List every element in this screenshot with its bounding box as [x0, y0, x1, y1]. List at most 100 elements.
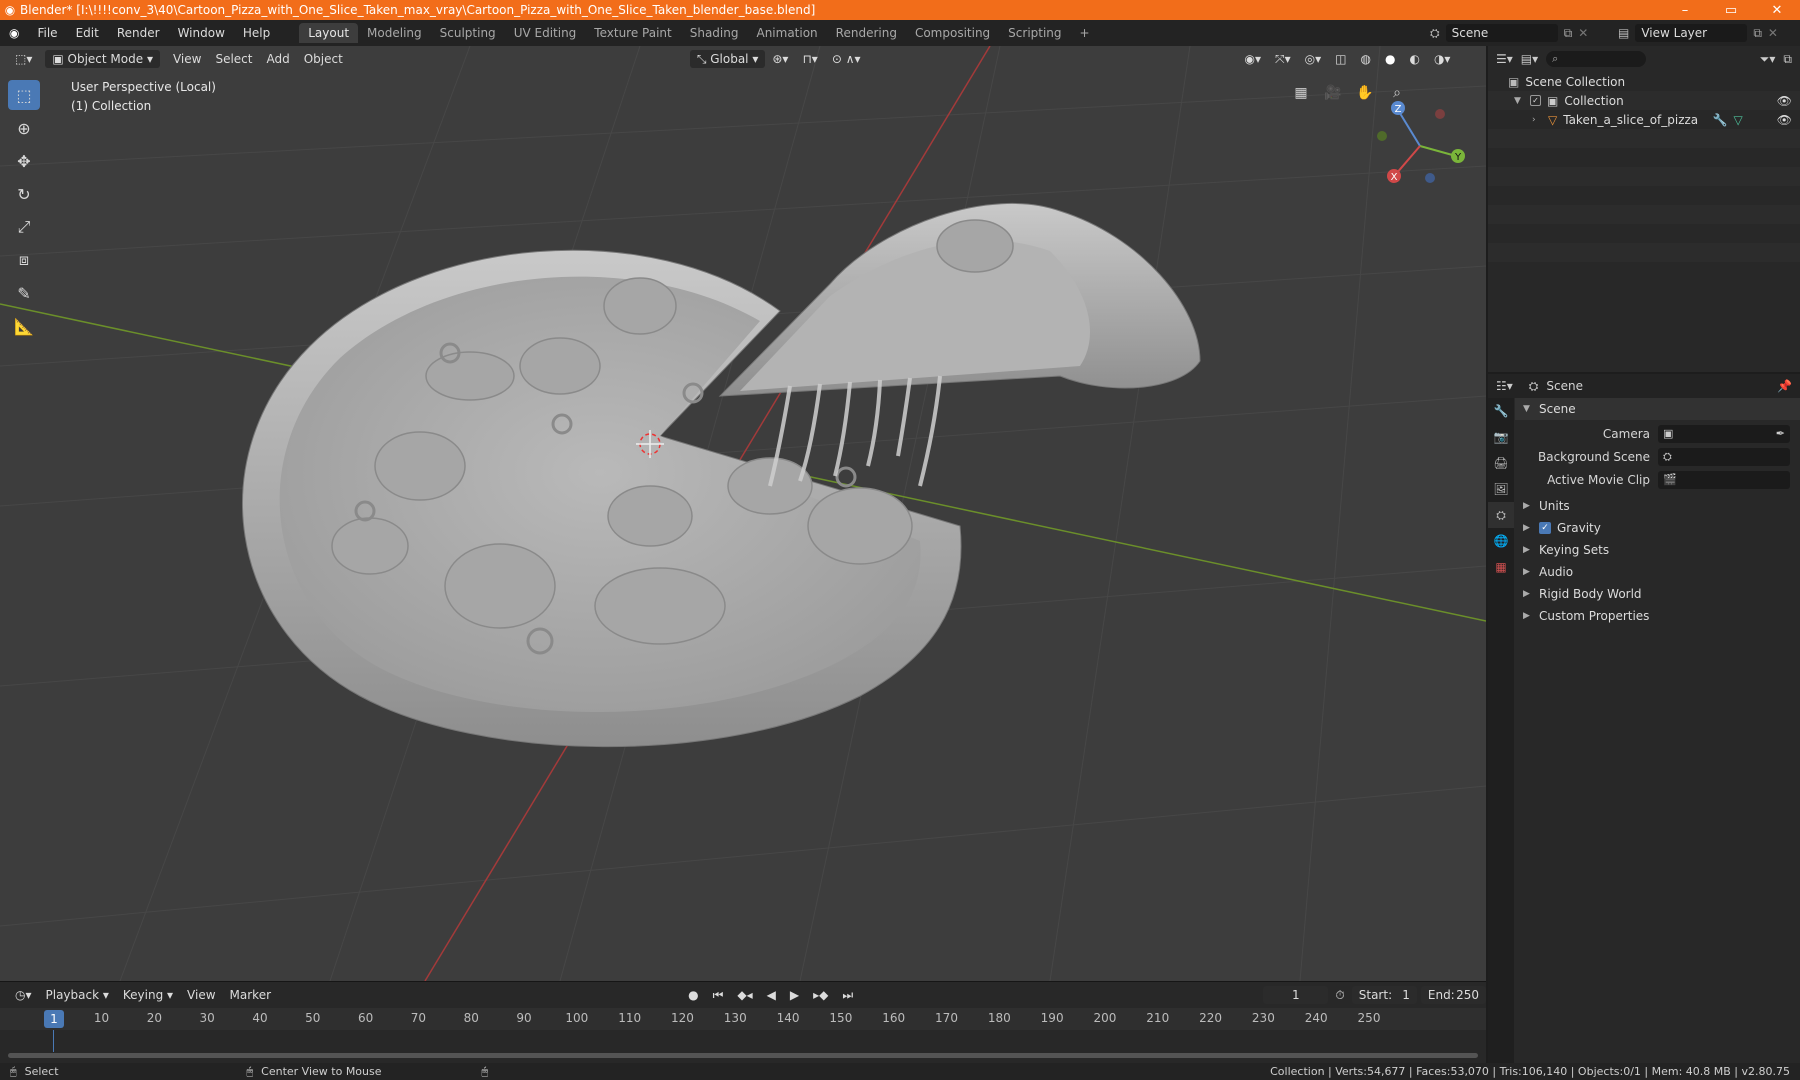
world-tab-icon[interactable]: 🌐 — [1488, 528, 1514, 554]
timeline-scrollbar[interactable] — [8, 1053, 1478, 1058]
expand-arrow-icon[interactable]: ▼ — [1514, 96, 1524, 106]
section-gravity[interactable]: ▶ ✓ Gravity — [1515, 517, 1800, 539]
gravity-checkbox[interactable]: ✓ — [1539, 522, 1551, 534]
solid-shading-icon[interactable]: ● — [1378, 50, 1402, 68]
eye-icon[interactable]: 👁 — [1777, 113, 1792, 127]
tab-modeling[interactable]: Modeling — [358, 23, 431, 43]
new-collection-icon[interactable]: ⧉ — [1783, 52, 1792, 67]
end-frame-field[interactable]: End: 250 — [1420, 986, 1486, 1004]
material-shading-icon[interactable]: ◐ — [1402, 50, 1426, 68]
menu-help[interactable]: Help — [234, 26, 279, 40]
tab-scripting[interactable]: Scripting — [999, 23, 1070, 43]
prev-keyframe-button[interactable]: ◆◂ — [730, 986, 759, 1004]
start-frame-field[interactable]: Start: 1 — [1351, 986, 1417, 1004]
current-frame-field[interactable]: 1 — [1263, 986, 1329, 1004]
jump-end-button[interactable]: ⏭ — [835, 986, 860, 1004]
tab-uv-editing[interactable]: UV Editing — [505, 23, 586, 43]
tool-tab-icon[interactable]: 🔧 — [1488, 398, 1514, 424]
stopwatch-icon[interactable]: ⏱ — [1328, 986, 1351, 1004]
annotate-icon[interactable]: ✎ — [8, 278, 40, 308]
scene-field[interactable]: Scene — [1445, 24, 1558, 42]
jump-start-button[interactable]: ⏮ — [706, 986, 731, 1004]
add-workspace-button[interactable]: + — [1071, 23, 1099, 43]
grid-toggle-icon[interactable]: ▦ — [1290, 82, 1312, 104]
tab-animation[interactable]: Animation — [747, 23, 826, 43]
cursor-icon[interactable]: ⊕ — [8, 113, 40, 143]
wireframe-shading-icon[interactable]: ◍ — [1353, 50, 1377, 68]
play-button[interactable]: ▶ — [783, 986, 806, 1004]
pin-icon[interactable]: 📌 — [1777, 379, 1792, 393]
tab-compositing[interactable]: Compositing — [906, 23, 999, 43]
snap-icon[interactable]: ⊓▾ — [795, 50, 824, 68]
tab-shading[interactable]: Shading — [681, 23, 748, 43]
delete-scene-icon[interactable]: ✕ — [1578, 26, 1588, 40]
object-mode-dropdown[interactable]: ▣ Object Mode ▾ — [45, 50, 160, 68]
expand-arrow-icon[interactable]: › — [1532, 115, 1542, 125]
timeline-editor-icon[interactable]: ◷▾ — [8, 986, 39, 1004]
menu-object[interactable]: Object — [297, 50, 350, 68]
background-scene-field[interactable]: ⛭ — [1658, 447, 1790, 466]
menu-keying[interactable]: Keying ▾ — [116, 986, 180, 1004]
transform-orientation-dropdown[interactable]: ⤡ Global ▾ — [689, 50, 766, 68]
xray-icon[interactable]: ◫ — [1328, 50, 1353, 68]
viewport-canvas[interactable]: Z Y X — [0, 46, 1486, 981]
proportional-edit-icon[interactable]: ⊙ ∧▾ — [825, 50, 868, 68]
pizza-model[interactable] — [242, 203, 1201, 748]
pan-hand-icon[interactable]: ✋ — [1354, 82, 1376, 104]
next-keyframe-button[interactable]: ▸◆ — [806, 986, 835, 1004]
filter-icon[interactable]: ⏷▾ — [1760, 52, 1776, 67]
menu-playback[interactable]: Playback ▾ — [39, 986, 116, 1004]
editor-type-icon[interactable]: ⬚▾ — [8, 50, 39, 68]
active-movie-clip-field[interactable]: 🎬 — [1658, 470, 1790, 489]
measure-icon[interactable]: 📐 — [8, 311, 40, 341]
3d-viewport[interactable]: Z Y X ⬚▾ ▣ Object Mode ▾ View Select Add… — [0, 46, 1486, 981]
properties-editor-icon[interactable]: ☷▾ — [1496, 379, 1513, 393]
tab-rendering[interactable]: Rendering — [827, 23, 906, 43]
visibility-icon[interactable]: ◉▾ — [1238, 50, 1269, 68]
display-mode-icon[interactable]: ▤▾ — [1521, 52, 1538, 66]
view-layer-field[interactable]: View Layer — [1635, 24, 1748, 42]
outliner-row-collection[interactable]: ▼ ✓ ▣ Collection 👁 — [1488, 91, 1800, 110]
menu-window[interactable]: Window — [169, 26, 234, 40]
select-box-icon[interactable]: ⬚ — [8, 80, 40, 110]
exclude-checkbox[interactable]: ✓ — [1530, 95, 1541, 106]
record-button[interactable]: ● — [681, 986, 705, 1004]
eyedropper-icon[interactable]: ✒ — [1776, 427, 1785, 440]
tab-texture-paint[interactable]: Texture Paint — [585, 23, 680, 43]
render-tab-icon[interactable]: 📷 — [1488, 424, 1514, 450]
mesh-data-icon[interactable]: ▽ — [1734, 113, 1743, 127]
play-reverse-button[interactable]: ◀ — [760, 986, 783, 1004]
section-audio[interactable]: ▶ Audio — [1515, 561, 1800, 583]
minimize-button[interactable]: – — [1662, 3, 1708, 18]
menu-marker[interactable]: Marker — [223, 986, 278, 1004]
section-rigid-body-world[interactable]: ▶ Rigid Body World — [1515, 583, 1800, 605]
new-view-layer-icon[interactable]: ⧉ — [1753, 26, 1762, 41]
zoom-icon[interactable]: ⌕ — [1386, 82, 1408, 104]
rotate-icon[interactable]: ↻ — [8, 179, 40, 209]
section-custom-properties[interactable]: ▶ Custom Properties — [1515, 605, 1800, 627]
playhead-frame-badge[interactable]: 1 — [44, 1010, 64, 1028]
transform-icon[interactable]: ⧈ — [8, 245, 40, 275]
outliner-row-object[interactable]: › ▽ Taken_a_slice_of_pizza 🔧 ▽ 👁 — [1488, 110, 1800, 129]
close-button[interactable]: ✕ — [1754, 3, 1800, 18]
outliner-search-input[interactable]: ⌕ — [1546, 51, 1647, 67]
view-layer-selector[interactable]: ▤ View Layer ⧉ ✕ — [1618, 23, 1778, 43]
scene-tab-icon[interactable]: ⛭ — [1488, 502, 1514, 528]
camera-view-icon[interactable]: 🎥 — [1322, 82, 1344, 104]
section-keying-sets[interactable]: ▶ Keying Sets — [1515, 539, 1800, 561]
move-icon[interactable]: ✥ — [8, 146, 40, 176]
tab-layout[interactable]: Layout — [299, 23, 359, 43]
outliner-editor-icon[interactable]: ☰▾ — [1496, 52, 1513, 66]
scene-selector[interactable]: ⛭ Scene ⧉ ✕ — [1430, 23, 1588, 43]
pivot-point-icon[interactable]: ⊛▾ — [765, 50, 795, 68]
blender-menu-icon[interactable]: ◉ — [0, 26, 28, 40]
menu-file[interactable]: File — [28, 26, 66, 40]
menu-select[interactable]: Select — [208, 50, 259, 68]
camera-field[interactable]: ▣ ✒ — [1658, 424, 1790, 443]
section-units[interactable]: ▶ Units — [1515, 495, 1800, 517]
section-scene-header[interactable]: ▼ Scene — [1515, 398, 1800, 420]
new-scene-icon[interactable]: ⧉ — [1564, 26, 1573, 41]
rendered-shading-icon[interactable]: ◑▾ — [1427, 50, 1458, 68]
menu-add[interactable]: Add — [259, 50, 296, 68]
outliner-row-scene-collection[interactable]: ▣ Scene Collection — [1488, 72, 1800, 91]
